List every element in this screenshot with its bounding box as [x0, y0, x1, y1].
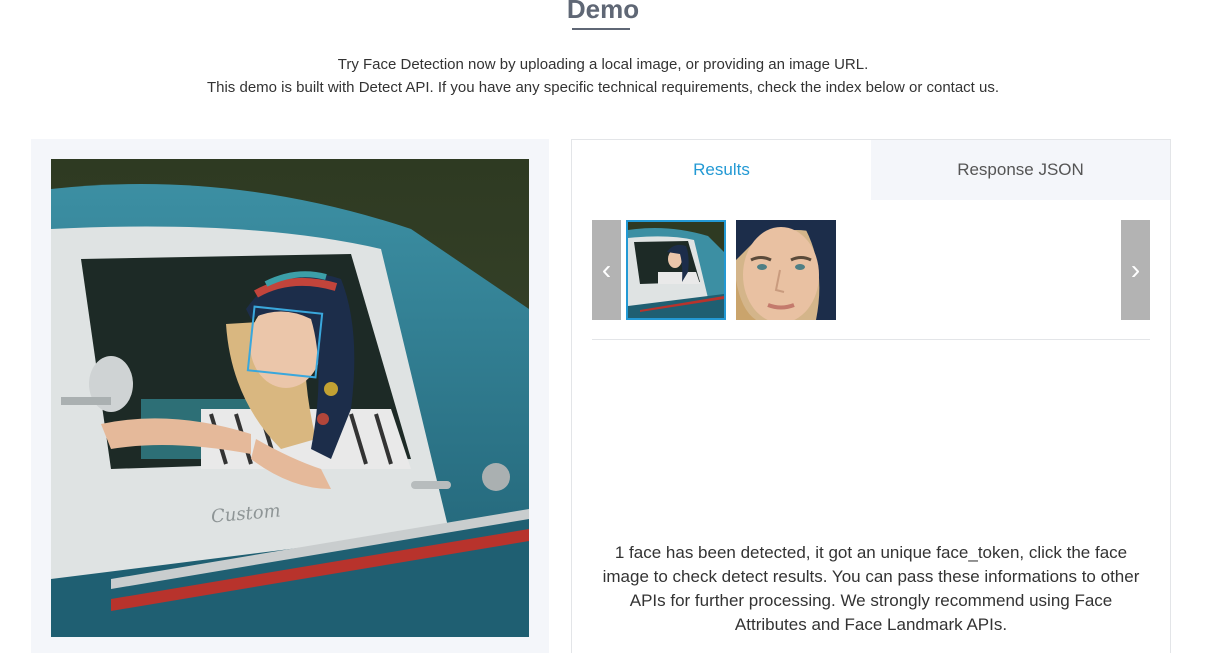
image-panel: Custom — [31, 139, 549, 653]
detected-face-box[interactable] — [246, 305, 324, 379]
demo-description-line2: This demo is built with Detect API. If y… — [206, 79, 1000, 96]
divider — [592, 339, 1150, 340]
chevron-left-icon: ‹ — [601, 254, 612, 285]
chevron-right-icon: › — [1130, 254, 1141, 285]
demo-description-line1: Try Face Detection now by uploading a lo… — [337, 56, 869, 73]
results-panel: Results Response JSON ‹ › 1 face has bee… — [571, 139, 1171, 653]
next-arrow-button[interactable]: › — [1121, 220, 1150, 320]
face-thumbnail-crop[interactable] — [736, 220, 836, 320]
face-thumbnail-full[interactable] — [626, 220, 726, 320]
tab-results[interactable]: Results — [572, 140, 871, 200]
tab-response-json[interactable]: Response JSON — [871, 140, 1170, 200]
previous-arrow-button[interactable]: ‹ — [592, 220, 621, 320]
detection-result-message: 1 face has been detected, it got an uniq… — [602, 543, 1140, 634]
title-underline — [572, 28, 630, 30]
result-tabs: Results Response JSON — [572, 140, 1170, 200]
uploaded-photo: Custom — [51, 159, 529, 637]
demo-title: Demo — [566, 0, 640, 24]
